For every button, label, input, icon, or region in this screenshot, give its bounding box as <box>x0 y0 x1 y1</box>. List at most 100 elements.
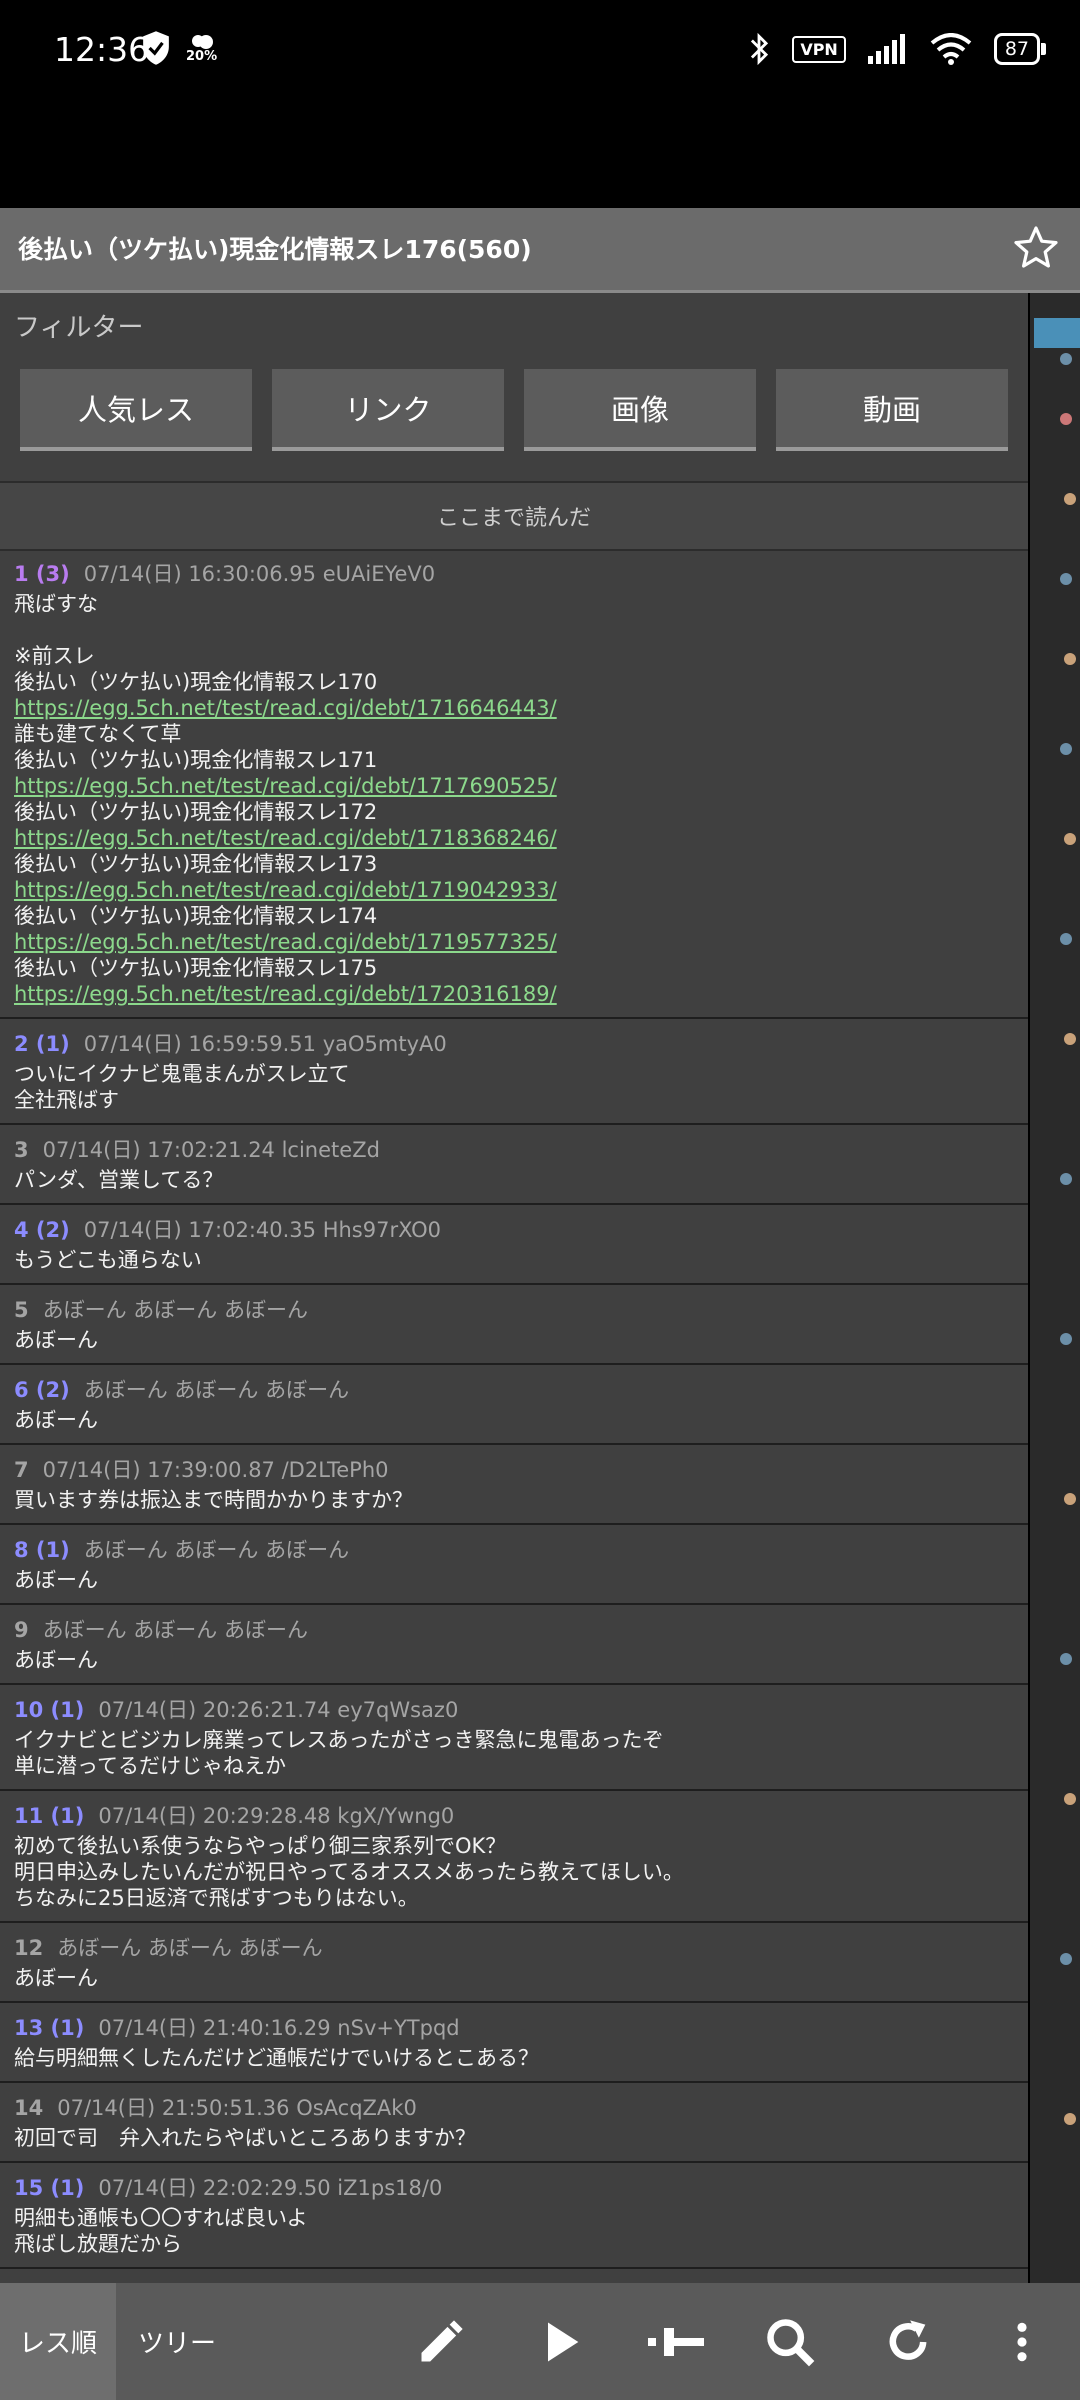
signal-icon <box>867 34 905 64</box>
post-header: 12 あぼーん あぼーん あぼーん <box>14 1933 1014 1963</box>
post-meta: あぼーん あぼーん あぼーん <box>42 1298 308 1322</box>
scroll-minimap[interactable] <box>1030 293 1080 2283</box>
post-number[interactable]: 13 (1) <box>14 2016 84 2040</box>
post-line: 後払い（ツケ払い)現金化情報スレ171 <box>14 748 378 772</box>
weather-icon <box>191 35 213 49</box>
post-number[interactable]: 9 <box>14 1618 29 1642</box>
post-number[interactable]: 10 (1) <box>14 1698 84 1722</box>
post-meta: 07/14(日) 16:30:06.95 eUAiEYeV0 <box>83 562 436 586</box>
filter-link-button[interactable]: リンク <box>272 369 504 451</box>
post-number[interactable]: 3 <box>14 1138 29 1162</box>
post-header: 1 (3) 07/14(日) 16:30:06.95 eUAiEYeV0 <box>14 559 1014 589</box>
slider-icon[interactable] <box>648 2316 704 2368</box>
post-item[interactable]: 13 (1) 07/14(日) 21:40:16.29 nSv+YTpqd 給与明… <box>0 2003 1028 2083</box>
post-line: 後払い（ツケ払い)現金化情報スレ175 <box>14 956 378 980</box>
post-number[interactable]: 15 (1) <box>14 2176 84 2200</box>
minimap-dot <box>1064 1493 1076 1505</box>
post-line: 後払い（ツケ払い)現金化情報スレ170 <box>14 670 378 694</box>
wifi-icon <box>930 33 972 65</box>
tab-post-order[interactable]: レス順 <box>0 2283 116 2400</box>
post-body: 初回で司 弁入れたらやばいところありますか？ <box>14 2126 476 2150</box>
minimap-dot <box>1064 1793 1076 1805</box>
post-header: 11 (1) 07/14(日) 20:29:28.48 kgX/Ywng0 <box>14 1801 1014 1831</box>
post-link[interactable]: https://egg.5ch.net/test/read.cgi/debt/1… <box>14 695 1014 721</box>
post-item[interactable]: 4 (2) 07/14(日) 17:02:40.35 Hhs97rXO0 もうどこ… <box>0 1205 1028 1285</box>
filter-buttons: 人気レス リンク 画像 動画 <box>20 369 1008 451</box>
shield-icon <box>143 31 169 65</box>
post-item[interactable]: 12 あぼーん あぼーん あぼーん あぼーん <box>0 1923 1028 2003</box>
post-number[interactable]: 2 (1) <box>14 1032 70 1056</box>
post-body: 買います券は振込まで時間かかりますか？ <box>14 1488 413 1512</box>
thread-content[interactable]: フィルター 人気レス リンク 画像 動画 ここまで読んだ 1 (3) 07/14(… <box>0 293 1028 2283</box>
post-item[interactable]: 10 (1) 07/14(日) 20:26:21.74 ey7qWsaz0 イクナ… <box>0 1685 1028 1791</box>
minimap-dot <box>1060 1173 1072 1185</box>
more-vert-icon[interactable] <box>1000 2316 1044 2368</box>
post-number[interactable]: 6 (2) <box>14 1378 70 1402</box>
post-number[interactable]: 11 (1) <box>14 1804 84 1828</box>
post-number[interactable]: 12 <box>14 1936 43 1960</box>
post-number[interactable]: 8 (1) <box>14 1538 70 1562</box>
filter-image-button[interactable]: 画像 <box>524 369 756 451</box>
post-link[interactable]: https://egg.5ch.net/test/read.cgi/debt/1… <box>14 773 1014 799</box>
minimap-dot <box>1064 653 1076 665</box>
post-meta: あぼーん あぼーん あぼーん <box>83 1378 350 1402</box>
post-item[interactable]: 1 (3) 07/14(日) 16:30:06.95 eUAiEYeV0 飛ばすな… <box>0 549 1028 1019</box>
post-body: パンダ、営業してる？ <box>14 1168 224 1192</box>
post-link[interactable]: https://egg.5ch.net/test/read.cgi/debt/1… <box>14 877 1014 903</box>
battery-indicator: 87 <box>993 33 1047 65</box>
post-item[interactable]: 5 あぼーん あぼーん あぼーん あぼーん <box>0 1285 1028 1365</box>
post-body: 明細も通帳も〇〇すれば良いよ 飛ばし放題だから <box>14 2206 308 2256</box>
post-link[interactable]: https://egg.5ch.net/test/read.cgi/debt/1… <box>14 825 1014 851</box>
search-icon[interactable] <box>764 2316 816 2368</box>
post-header: 6 (2) あぼーん あぼーん あぼーん <box>14 1375 1014 1405</box>
post-item[interactable]: 7 07/14(日) 17:39:00.87 /D2LTePh0 買います券は振込… <box>0 1445 1028 1525</box>
minimap-dot <box>1060 1953 1072 1965</box>
post-line: 飛ばすな <box>14 592 98 616</box>
post-number[interactable]: 5 <box>14 1298 29 1322</box>
post-number[interactable]: 4 (2) <box>14 1218 70 1242</box>
post-item[interactable]: 15 (1) 07/14(日) 22:02:29.50 iZ1ps18/0 明細も… <box>0 2163 1028 2269</box>
post-line: 後払い（ツケ払い)現金化情報スレ173 <box>14 852 378 876</box>
weather-indicator: 20% <box>186 32 217 64</box>
post-item[interactable]: 9 あぼーん あぼーん あぼーん あぼーん <box>0 1605 1028 1685</box>
tab-tree[interactable]: ツリー <box>138 2283 216 2400</box>
post-meta: 07/14(日) 20:26:21.74 ey7qWsaz0 <box>98 1698 459 1722</box>
post-item[interactable]: 8 (1) あぼーん あぼーん あぼーん あぼーん <box>0 1525 1028 1605</box>
minimap-dot <box>1064 2113 1076 2125</box>
post-list: 1 (3) 07/14(日) 16:30:06.95 eUAiEYeV0 飛ばすな… <box>0 549 1028 2269</box>
post-header: 8 (1) あぼーん あぼーん あぼーん <box>14 1535 1014 1565</box>
pencil-icon[interactable] <box>415 2316 467 2368</box>
minimap-dot <box>1064 493 1076 505</box>
post-body: あぼーん <box>14 1648 98 1672</box>
post-item[interactable]: 3 07/14(日) 17:02:21.24 lcineteZd パンダ、営業して… <box>0 1125 1028 1205</box>
post-item[interactable]: 6 (2) あぼーん あぼーん あぼーん あぼーん <box>0 1365 1028 1445</box>
post-header: 5 あぼーん あぼーん あぼーん <box>14 1295 1014 1325</box>
post-number[interactable]: 7 <box>14 1458 29 1482</box>
thread-title: 後払い（ツケ払い)現金化情報スレ176(560) <box>18 235 532 264</box>
vpn-badge: VPN <box>792 35 846 63</box>
post-meta: 07/14(日) 17:39:00.87 /D2LTePh0 <box>42 1458 389 1482</box>
favorite-star-icon[interactable] <box>1012 224 1060 272</box>
post-link[interactable]: https://egg.5ch.net/test/read.cgi/debt/1… <box>14 929 1014 955</box>
post-line: 後払い（ツケ払い)現金化情報スレ172 <box>14 800 378 824</box>
play-icon[interactable] <box>535 2316 587 2368</box>
post-item[interactable]: 11 (1) 07/14(日) 20:29:28.48 kgX/Ywng0 初めて… <box>0 1791 1028 1923</box>
post-body: もうどこも通らない <box>14 1248 202 1272</box>
post-number[interactable]: 1 (3) <box>14 562 70 586</box>
post-item[interactable]: 14 07/14(日) 21:50:51.36 OsAcqZAk0 初回で司 弁入… <box>0 2083 1028 2163</box>
post-meta: 07/14(日) 17:02:21.24 lcineteZd <box>42 1138 380 1162</box>
post-meta: あぼーん あぼーん あぼーん <box>42 1618 308 1642</box>
refresh-icon[interactable] <box>882 2316 934 2368</box>
bluetooth-icon <box>751 32 769 66</box>
post-meta: あぼーん あぼーん あぼーん <box>57 1936 323 1960</box>
post-body: あぼーん <box>14 1966 98 1990</box>
scroll-thumb[interactable] <box>1034 318 1080 348</box>
post-meta: あぼーん あぼーん あぼーん <box>83 1538 350 1562</box>
filter-video-button[interactable]: 動画 <box>776 369 1008 451</box>
post-link[interactable]: https://egg.5ch.net/test/read.cgi/debt/1… <box>14 981 1014 1007</box>
filter-popular-button[interactable]: 人気レス <box>20 369 252 451</box>
post-item[interactable]: 2 (1) 07/14(日) 16:59:59.51 yaO5mtyA0 ついにイ… <box>0 1019 1028 1125</box>
post-header: 10 (1) 07/14(日) 20:26:21.74 ey7qWsaz0 <box>14 1695 1014 1725</box>
minimap-dot <box>1060 413 1072 425</box>
post-number[interactable]: 14 <box>14 2096 43 2120</box>
